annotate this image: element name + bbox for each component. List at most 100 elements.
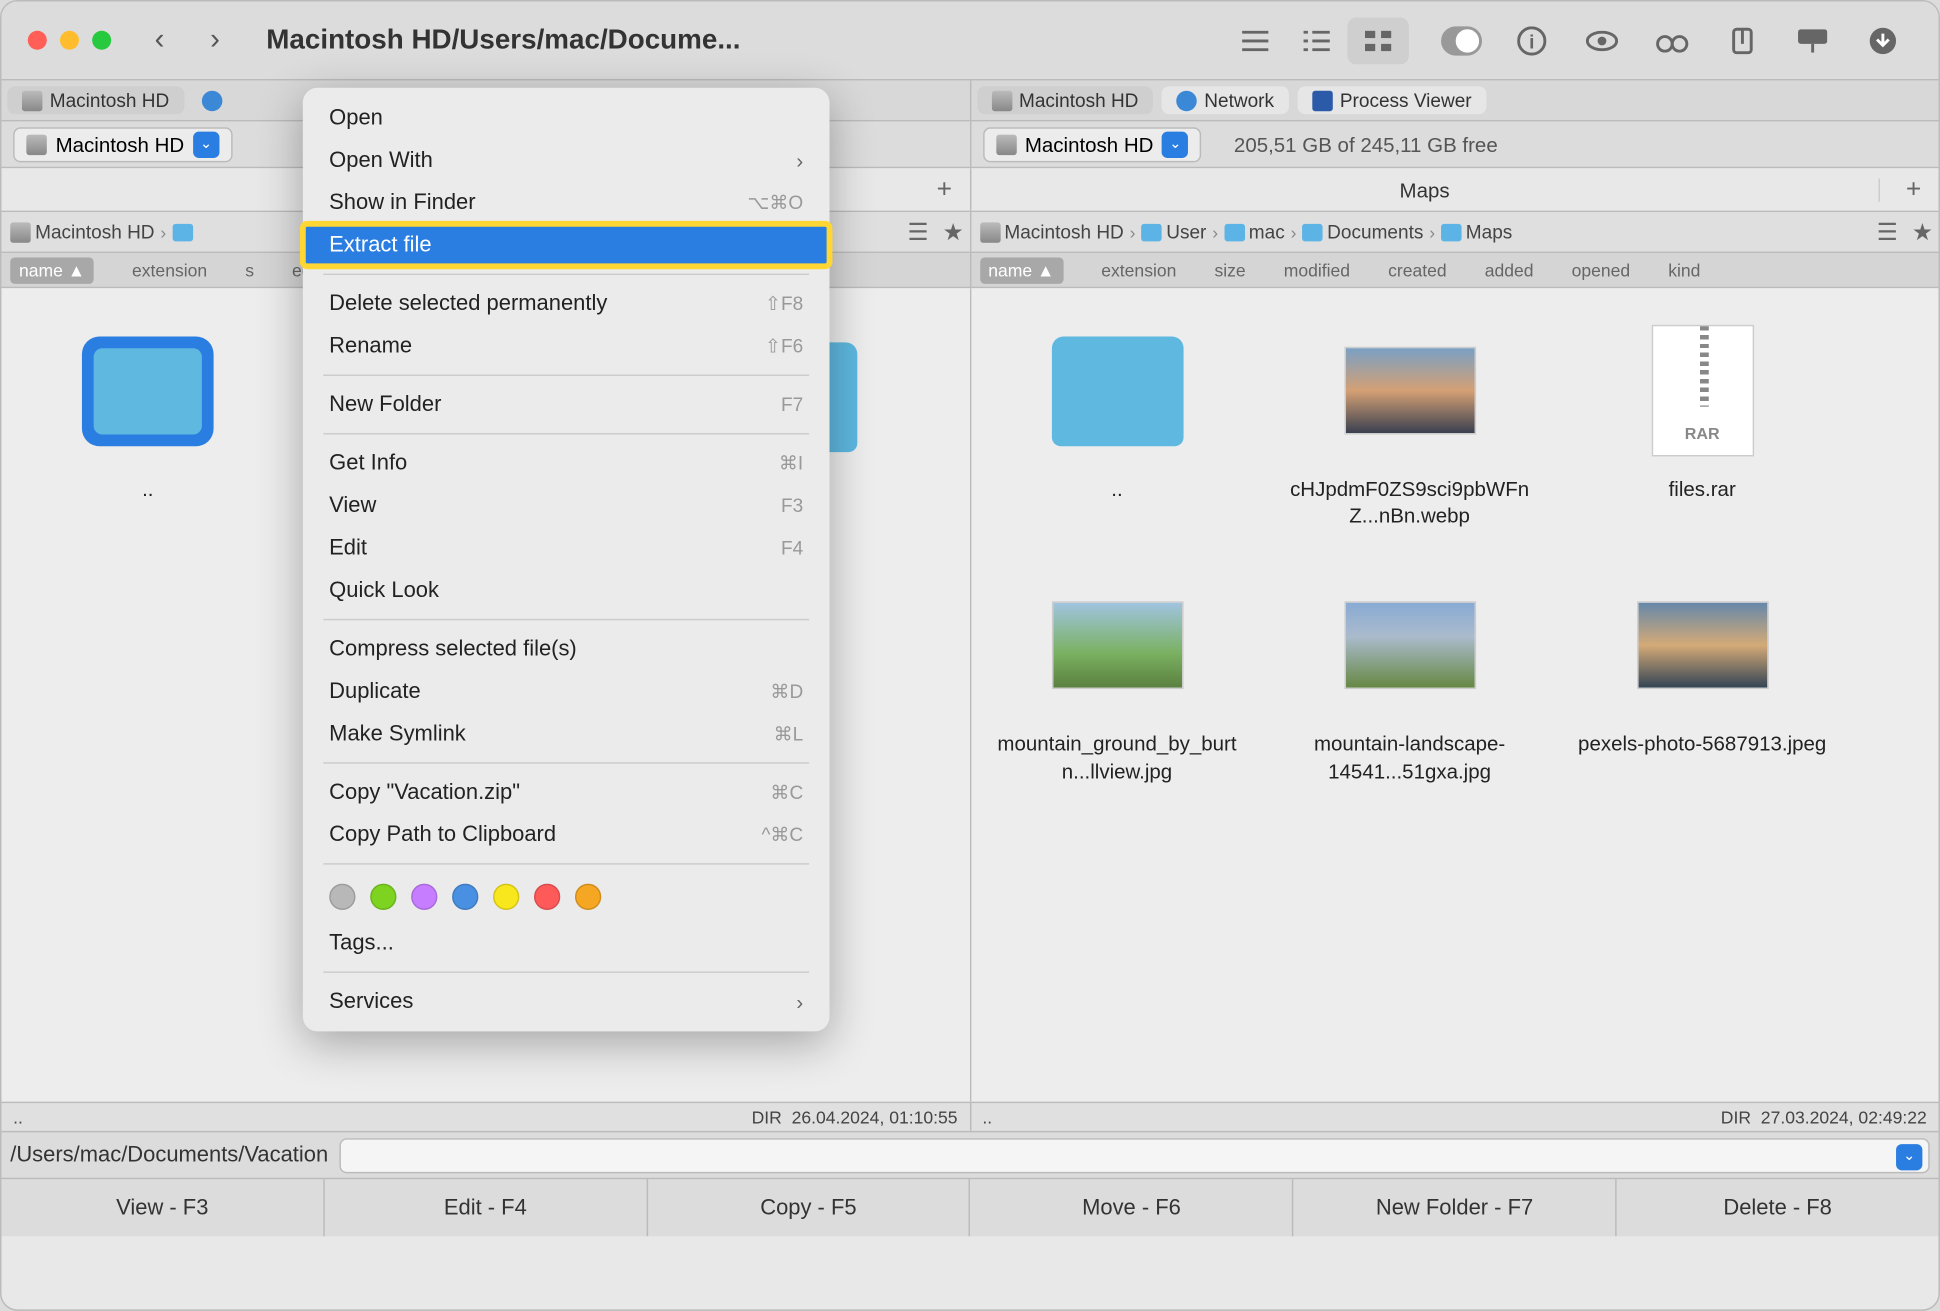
tag-color[interactable] — [493, 884, 519, 910]
tag-color[interactable] — [452, 884, 478, 910]
back-button[interactable]: ‹ — [138, 18, 182, 62]
menu-copy-path-to-clipboard[interactable]: Copy Path to Clipboard^⌘C — [303, 813, 830, 855]
fn-delete-button[interactable]: Delete - F8 — [1617, 1179, 1939, 1236]
column-headers: name ▲extensionsedkind name ▲extensionsi… — [1, 253, 1938, 288]
menu-open[interactable]: Open — [303, 97, 830, 139]
menu-rename[interactable]: Rename⇧F6 — [303, 325, 830, 367]
menu-get-info[interactable]: Get Info⌘I — [303, 442, 830, 484]
menu-extract-file[interactable]: Extract file — [303, 224, 830, 266]
crumb-right-1[interactable]: User — [1141, 221, 1206, 243]
status-bar: .. DIR 26.04.2024, 01:10:55 .. DIR 27.03… — [1, 1102, 1938, 1131]
separator — [323, 433, 809, 434]
crumb-right-3[interactable]: Documents — [1302, 221, 1423, 243]
tag-color[interactable] — [411, 884, 437, 910]
tab-process-viewer[interactable]: Process Viewer — [1297, 86, 1486, 114]
drive-selector-left[interactable]: Macintosh HD ⌄ — [13, 127, 232, 162]
col-s[interactable]: s — [245, 260, 254, 280]
command-input[interactable]: ⌄ — [340, 1137, 1930, 1172]
file-item[interactable]: .. — [16, 317, 279, 502]
crumb-right-2[interactable]: mac — [1224, 221, 1285, 243]
menu-open-with[interactable]: Open With› — [303, 139, 830, 181]
menu-new-folder[interactable]: New FolderF7 — [303, 383, 830, 425]
col-size[interactable]: size — [1214, 260, 1245, 280]
col-opened[interactable]: opened — [1572, 260, 1631, 280]
crumb-right-0[interactable]: Macintosh HD — [979, 221, 1123, 243]
right-pane[interactable]: .. cHJpdmF0ZS9sci9pbWFnZ...nBn.webp files.… — [971, 288, 1939, 1101]
file-item[interactable]: pexels-photo-5687913.jpeg — [1571, 573, 1834, 784]
tab-network[interactable]: Network — [1162, 86, 1289, 114]
maximize-button[interactable] — [92, 31, 111, 50]
menu-copy-vacation-zip-[interactable]: Copy "Vacation.zip"⌘C — [303, 771, 830, 813]
list-view-button[interactable] — [1225, 17, 1286, 64]
menu-services[interactable]: Services› — [303, 980, 830, 1022]
folder-up-icon — [82, 336, 214, 446]
menu-view[interactable]: ViewF3 — [303, 484, 830, 526]
drive-selector-right[interactable]: Macintosh HD ⌄ — [982, 127, 1201, 162]
col-created[interactable]: created — [1388, 260, 1447, 280]
tag-color[interactable] — [534, 884, 560, 910]
file-item[interactable]: cHJpdmF0ZS9sci9pbWFnZ...nBn.webp — [1278, 317, 1541, 528]
file-label: cHJpdmF0ZS9sci9pbWFnZ...nBn.webp — [1285, 475, 1534, 528]
tag-color[interactable] — [370, 884, 396, 910]
star-icon[interactable]: ★ — [1906, 216, 1938, 248]
download-icon[interactable] — [1862, 23, 1903, 58]
columns-view-button[interactable] — [1286, 17, 1347, 64]
globe-icon[interactable] — [201, 90, 221, 110]
file-item[interactable]: mountain_ground_by_burtn...llview.jpg — [985, 573, 1248, 784]
col-kind[interactable]: kind — [1668, 260, 1700, 280]
crumb-left-0[interactable]: Macintosh HD — [10, 221, 154, 243]
archive-icon[interactable] — [1722, 23, 1763, 58]
fn-copy-button[interactable]: Copy - F5 — [648, 1179, 971, 1236]
col-extension[interactable]: extension — [1101, 260, 1176, 280]
menu-show-in-finder[interactable]: Show in Finder⌥⌘O — [303, 181, 830, 223]
tag-color[interactable] — [575, 884, 601, 910]
icons-view-button[interactable] — [1347, 17, 1408, 64]
doctab-maps[interactable]: Maps — [971, 178, 1880, 201]
menu-quick-look[interactable]: Quick Look — [303, 569, 830, 611]
binoculars-icon[interactable] — [1652, 23, 1693, 58]
new-tab-right[interactable]: + — [1889, 174, 1939, 205]
menu-compress-selected-file-s-[interactable]: Compress selected file(s) — [303, 628, 830, 670]
file-item[interactable]: .. — [985, 317, 1248, 528]
crumb-right-4[interactable]: Maps — [1441, 221, 1512, 243]
image-thumbnail — [1344, 602, 1476, 690]
forward-button[interactable]: › — [193, 18, 237, 62]
menu-duplicate[interactable]: Duplicate⌘D — [303, 670, 830, 712]
col-added[interactable]: added — [1485, 260, 1534, 280]
shortcut: ⌘C — [770, 781, 803, 804]
fn-move-button[interactable]: Move - F6 — [971, 1179, 1294, 1236]
fn-edit-button[interactable]: Edit - F4 — [325, 1179, 648, 1236]
file-item[interactable]: files.rar — [1571, 317, 1834, 528]
menu-tags-[interactable]: Tags... — [303, 922, 830, 964]
shortcut: ⌘I — [779, 451, 803, 474]
info-icon[interactable]: i — [1511, 23, 1552, 58]
toggle-switch[interactable] — [1441, 23, 1482, 58]
fn-view-button[interactable]: View - F3 — [1, 1179, 324, 1236]
image-thumbnail — [1051, 602, 1183, 690]
minimize-button[interactable] — [60, 31, 79, 50]
tab-macintosh-hd-right[interactable]: Macintosh HD — [977, 86, 1153, 114]
tab-macintosh-hd-left[interactable]: Macintosh HD — [7, 86, 183, 114]
server-icon[interactable] — [1792, 23, 1833, 58]
fn-new-button[interactable]: New Folder - F7 — [1294, 1179, 1617, 1236]
function-buttons: View - F3Edit - F4Copy - F5Move - F6New … — [1, 1178, 1938, 1237]
tag-color[interactable] — [329, 884, 355, 910]
list-icon[interactable]: ☰ — [902, 216, 934, 248]
close-button[interactable] — [28, 31, 47, 50]
col-modified[interactable]: modified — [1284, 260, 1350, 280]
star-icon[interactable]: ★ — [937, 216, 969, 248]
file-item[interactable]: mountain-landscape-14541...51gxa.jpg — [1278, 573, 1541, 784]
col-name[interactable]: name ▲ — [979, 257, 1063, 283]
status-name-left: .. — [13, 1107, 23, 1127]
folder-icon — [1224, 223, 1244, 241]
col-name[interactable]: name ▲ — [10, 257, 94, 283]
window-title: Macintosh HD/Users/mac/Docume... — [266, 24, 740, 56]
new-tab-left[interactable]: + — [919, 174, 969, 205]
menu-edit[interactable]: EditF4 — [303, 527, 830, 569]
menu-delete-selected-permanently[interactable]: Delete selected permanently⇧F8 — [303, 282, 830, 324]
col-extension[interactable]: extension — [132, 260, 207, 280]
menu-make-symlink[interactable]: Make Symlink⌘L — [303, 712, 830, 754]
shortcut: F4 — [781, 537, 803, 559]
eye-icon[interactable] — [1582, 23, 1623, 58]
list-icon[interactable]: ☰ — [1871, 216, 1903, 248]
